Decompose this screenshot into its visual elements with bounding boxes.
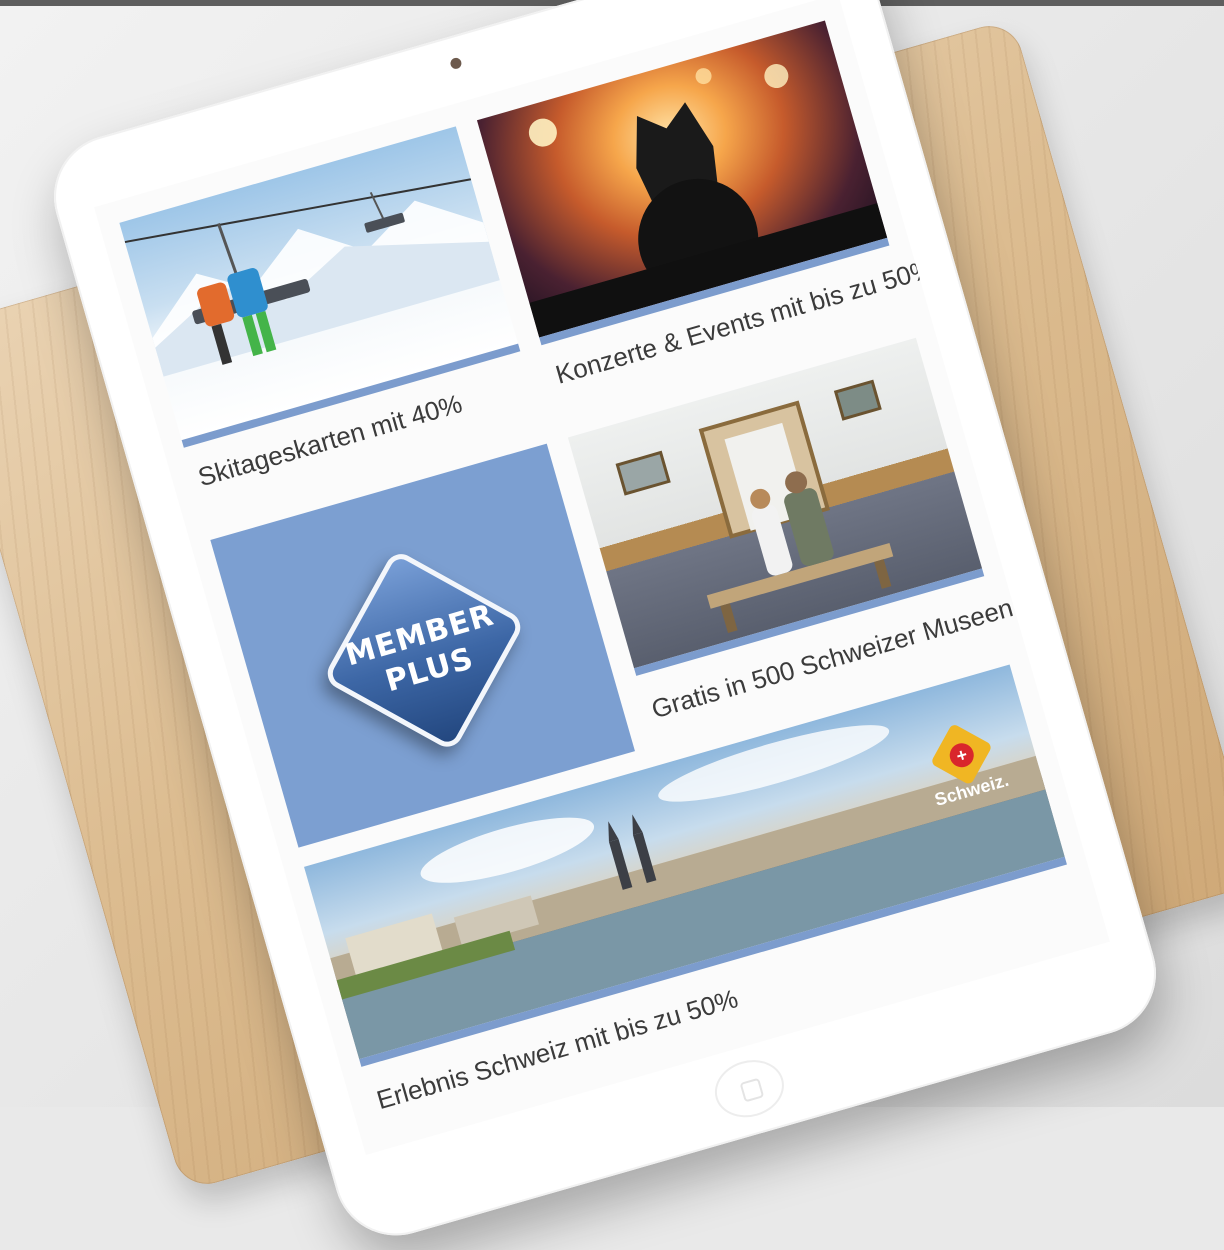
tile-member-plus[interactable]: MEMBER PLUS (210, 443, 635, 848)
home-button[interactable] (708, 1052, 791, 1126)
tile-ski[interactable]: Skitageskarten mit 40% (119, 126, 541, 520)
member-plus-logo: MEMBER PLUS (294, 521, 554, 781)
camera-icon (449, 56, 463, 71)
home-square-icon (739, 1077, 765, 1103)
